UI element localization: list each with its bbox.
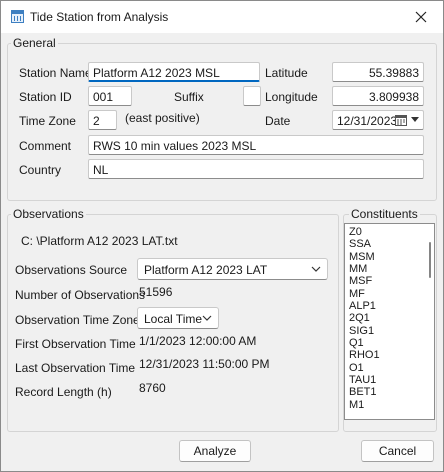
longitude-input[interactable]: 3.809938 <box>332 86 424 106</box>
suffix-label: Suffix <box>174 90 204 104</box>
constituent-item[interactable]: MM <box>345 263 434 275</box>
latitude-label: Latitude <box>265 66 308 80</box>
close-button[interactable] <box>399 1 443 33</box>
record-length-label: Record Length (h) <box>15 385 112 399</box>
observation-time-zone-value: Local Time <box>144 312 203 326</box>
first-observation-value: 1/1/2023 12:00:00 AM <box>139 334 257 348</box>
time-zone-input[interactable]: 2 <box>88 110 117 130</box>
constituent-item[interactable]: Q1 <box>345 337 434 349</box>
constituent-item[interactable]: SSA <box>345 238 434 250</box>
time-zone-hint: (east positive) <box>125 111 200 125</box>
constituent-item[interactable]: O1 <box>345 362 434 374</box>
last-observation-value: 12/31/2023 11:50:00 PM <box>139 357 270 371</box>
date-picker[interactable]: 12/31/2023 <box>332 110 424 130</box>
constituents-list[interactable]: Z0 SSA MSM MM MSF MF ALP1 2Q1 SIG1 Q1 RH… <box>344 223 435 420</box>
window-title: Tide Station from Analysis <box>30 10 169 24</box>
observation-time-zone-select[interactable]: Local Time <box>137 307 219 329</box>
constituent-item[interactable]: SIG1 <box>345 325 434 337</box>
observations-source-value: Platform A12 2023 LAT <box>144 263 268 277</box>
constituent-item[interactable]: M1 <box>345 399 434 411</box>
time-zone-label: Time Zone <box>19 114 76 128</box>
observations-group-title: Observations <box>11 207 86 221</box>
dialog-window: Tide Station from Analysis General Stati… <box>0 0 444 472</box>
observation-count-value: 51596 <box>139 285 173 299</box>
analyze-button[interactable]: Analyze <box>179 440 251 462</box>
constituent-item[interactable]: MSF <box>345 275 434 287</box>
constituents-group-title: Constituents <box>349 207 420 221</box>
observation-count-label: Number of Observations <box>15 288 146 302</box>
comment-label: Comment <box>19 139 72 153</box>
station-name-input[interactable]: Platform A12 2023 MSL <box>88 62 260 82</box>
country-input[interactable]: NL <box>88 159 424 179</box>
chevron-down-icon <box>311 266 321 272</box>
date-label: Date <box>265 114 291 128</box>
constituent-item[interactable]: TAU1 <box>345 374 434 386</box>
constituents-scrollbar[interactable] <box>427 226 433 417</box>
title-bar[interactable]: Tide Station from Analysis <box>1 1 443 33</box>
comment-input[interactable]: RWS 10 min values 2023 MSL <box>88 135 424 155</box>
latitude-input[interactable]: 55.39883 <box>332 62 424 82</box>
country-label: Country <box>19 163 62 177</box>
cancel-button[interactable]: Cancel <box>361 440 434 462</box>
station-id-label: Station ID <box>19 90 72 104</box>
constituent-item[interactable]: MSM <box>345 251 434 263</box>
chevron-down-icon <box>411 117 419 122</box>
observation-time-zone-label: Observation Time Zone <box>15 313 140 327</box>
observations-source-label: Observations Source <box>15 263 128 277</box>
calendar-icon <box>395 115 407 126</box>
app-table-icon <box>11 10 24 23</box>
date-value: 12/31/2023 <box>337 114 398 128</box>
constituent-item[interactable]: ALP1 <box>345 300 434 312</box>
station-name-label: Station Name <box>19 66 92 80</box>
constituent-item[interactable]: MF <box>345 288 434 300</box>
general-group-title: General <box>11 36 58 50</box>
observations-source-select[interactable]: Platform A12 2023 LAT <box>137 258 328 280</box>
close-icon <box>415 11 427 23</box>
longitude-label: Longitude <box>265 90 318 104</box>
constituent-item[interactable]: BET1 <box>345 386 434 398</box>
suffix-input[interactable] <box>243 86 261 106</box>
station-id-input[interactable]: 001 <box>88 86 132 106</box>
scrollbar-thumb[interactable] <box>429 242 431 278</box>
record-length-value: 8760 <box>139 381 166 395</box>
constituent-item[interactable]: Z0 <box>345 226 434 238</box>
observation-file-path: C: \Platform A12 2023 LAT.txt <box>21 234 178 248</box>
constituent-item[interactable]: RHO1 <box>345 349 434 361</box>
chevron-down-icon <box>202 315 212 321</box>
constituent-item[interactable]: 2Q1 <box>345 312 434 324</box>
first-observation-label: First Observation Time <box>15 337 136 351</box>
last-observation-label: Last Observation Time <box>15 361 136 375</box>
